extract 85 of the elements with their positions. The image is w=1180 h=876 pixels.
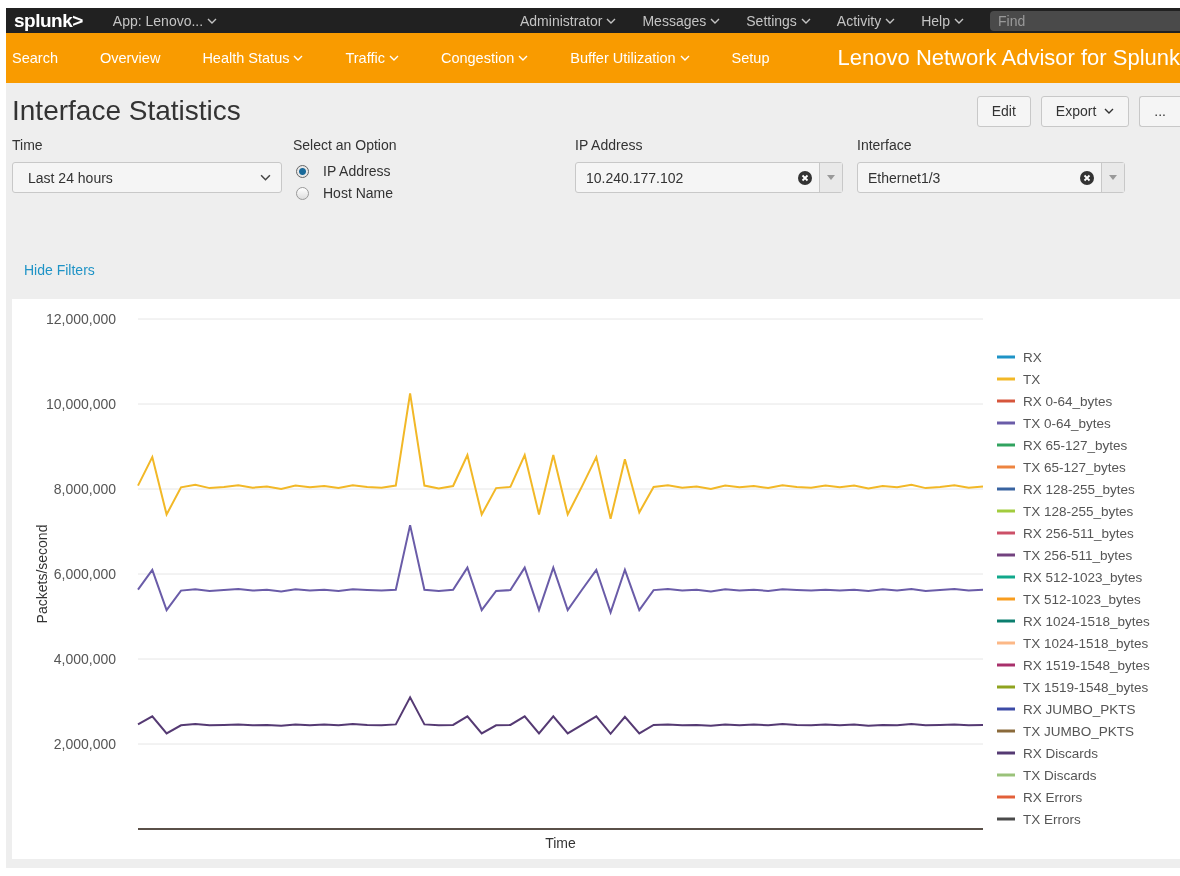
top-menu[interactable]: Messages bbox=[642, 12, 721, 29]
legend-label: TX Errors bbox=[1023, 812, 1081, 827]
legend-label: RX 0-64_bytes bbox=[1023, 394, 1113, 409]
search-field[interactable]: Find bbox=[990, 10, 1180, 31]
legend-label: RX 65-127_bytes bbox=[1023, 438, 1128, 453]
filter-label: IP Address bbox=[575, 137, 644, 153]
legend-item[interactable]: RX 128-255_bytes bbox=[997, 482, 1135, 497]
legend-label: RX 1519-1548_bytes bbox=[1023, 658, 1151, 673]
legend-label: TX 0-64_bytes bbox=[1023, 416, 1112, 431]
filter-label: Time bbox=[12, 137, 44, 153]
splunk-logo[interactable]: splunk> bbox=[14, 9, 83, 32]
clear-icon[interactable] bbox=[1080, 170, 1094, 185]
legend-label: RX bbox=[1023, 350, 1042, 365]
legend-item[interactable]: TX bbox=[997, 372, 1041, 387]
legend-item[interactable]: TX 1024-1518_bytes bbox=[997, 636, 1149, 651]
legend-item[interactable]: TX 512-1023_bytes bbox=[997, 592, 1141, 607]
y-tick-label: 12,000,000 bbox=[45, 311, 116, 327]
legend-item[interactable]: RX bbox=[997, 350, 1042, 365]
chevron-icon bbox=[800, 17, 811, 24]
legend-item[interactable]: RX Errors bbox=[997, 790, 1083, 805]
y-tick-label: 10,000,000 bbox=[45, 396, 116, 412]
radio-button[interactable] bbox=[296, 186, 309, 200]
chevron-icon bbox=[606, 17, 617, 24]
y-tick-label: 8,000,000 bbox=[53, 481, 116, 497]
chevron-icon bbox=[954, 17, 964, 24]
legend-item[interactable]: TX 256-511_bytes bbox=[997, 548, 1133, 563]
legend-label: TX 128-255_bytes bbox=[1023, 504, 1134, 519]
legend-item[interactable]: RX 1024-1518_bytes bbox=[997, 614, 1150, 629]
clear-icon[interactable] bbox=[798, 170, 812, 185]
top-menu[interactable]: Help bbox=[921, 12, 964, 29]
chevron-icon bbox=[207, 17, 218, 24]
chevron-icon bbox=[710, 17, 721, 24]
legend-item[interactable]: RX Discards bbox=[997, 746, 1098, 761]
top-menu[interactable]: Activity bbox=[836, 12, 896, 29]
filter-label: Select an Option bbox=[293, 137, 398, 153]
y-tick-label: 2,000,000 bbox=[53, 736, 116, 752]
legend-item[interactable]: RX 256-511_bytes bbox=[997, 526, 1134, 541]
app-title: Lenovo Network Advisor for Splunk bbox=[837, 45, 1180, 71]
app-menu[interactable]: App: Lenovo... bbox=[112, 12, 218, 29]
radio-label[interactable]: Host Name bbox=[323, 185, 394, 201]
x-axis-title: Time bbox=[545, 835, 576, 850]
legend-label: RX Errors bbox=[1023, 790, 1083, 805]
legend-item[interactable]: TX 0-64_bytes bbox=[997, 416, 1111, 431]
legend-label: TX 1519-1548_bytes bbox=[1023, 680, 1149, 695]
legend-label: TX 256-511_bytes bbox=[1023, 548, 1133, 563]
legend-item[interactable]: TX Discards bbox=[997, 768, 1097, 783]
legend-label: RX 256-511_bytes bbox=[1023, 526, 1135, 541]
chevron-icon bbox=[260, 174, 271, 181]
legend-item[interactable]: RX 65-127_bytes bbox=[997, 438, 1128, 453]
legend-label: TX JUMBO_PKTS bbox=[1023, 724, 1135, 739]
legend-item[interactable]: TX 1519-1548_bytes bbox=[997, 680, 1149, 695]
top-menu[interactable]: Settings bbox=[746, 12, 811, 29]
y-axis-title: Packets/second bbox=[34, 524, 50, 624]
legend-item[interactable]: RX JUMBO_PKTS bbox=[997, 702, 1136, 717]
legend-item[interactable]: RX 0-64_bytes bbox=[997, 394, 1113, 409]
radio-button[interactable] bbox=[296, 164, 309, 178]
legend-label: TX 512-1023_bytes bbox=[1023, 592, 1142, 607]
legend-label: TX 1024-1518_bytes bbox=[1023, 636, 1149, 651]
interface-combo[interactable]: Ethernet1/3 bbox=[857, 162, 1125, 193]
legend-label: RX Discards bbox=[1023, 746, 1099, 761]
legend-label: TX 65-127_bytes bbox=[1023, 460, 1127, 475]
y-tick-label: 6,000,000 bbox=[53, 566, 116, 582]
legend-label: RX 512-1023_bytes bbox=[1023, 570, 1143, 585]
filter-label: Interface bbox=[857, 137, 913, 153]
legend-item[interactable]: RX 1519-1548_bytes bbox=[997, 658, 1150, 673]
radio-label[interactable]: IP Address bbox=[323, 163, 391, 179]
y-tick-label: 4,000,000 bbox=[53, 651, 116, 667]
chevron-icon bbox=[885, 17, 896, 24]
legend-label: TX Discards bbox=[1023, 768, 1097, 783]
action-button[interactable]: ... bbox=[1139, 95, 1180, 127]
legend-label: RX JUMBO_PKTS bbox=[1023, 702, 1136, 717]
legend-label: RX 1024-1518_bytes bbox=[1023, 614, 1151, 629]
legend-item[interactable]: TX JUMBO_PKTS bbox=[997, 724, 1135, 739]
time-dropdown[interactable]: Last 24 hours bbox=[12, 162, 282, 193]
page-title: Interface Statistics bbox=[12, 95, 241, 127]
legend-item[interactable]: TX Errors bbox=[997, 812, 1081, 827]
legend-item[interactable]: TX 65-127_bytes bbox=[997, 460, 1126, 475]
action-button[interactable]: Export bbox=[1040, 95, 1130, 127]
legend-item[interactable]: TX 128-255_bytes bbox=[997, 504, 1134, 519]
action-button[interactable]: Edit bbox=[976, 95, 1031, 127]
legend-item[interactable]: RX 512-1023_bytes bbox=[997, 570, 1143, 585]
legend-label: RX 128-255_bytes bbox=[1023, 482, 1136, 497]
legend-label: TX bbox=[1023, 372, 1041, 387]
top-menu[interactable]: Administrator bbox=[520, 12, 617, 29]
ip-address-combo[interactable]: 10.240.177.102 bbox=[575, 162, 843, 193]
